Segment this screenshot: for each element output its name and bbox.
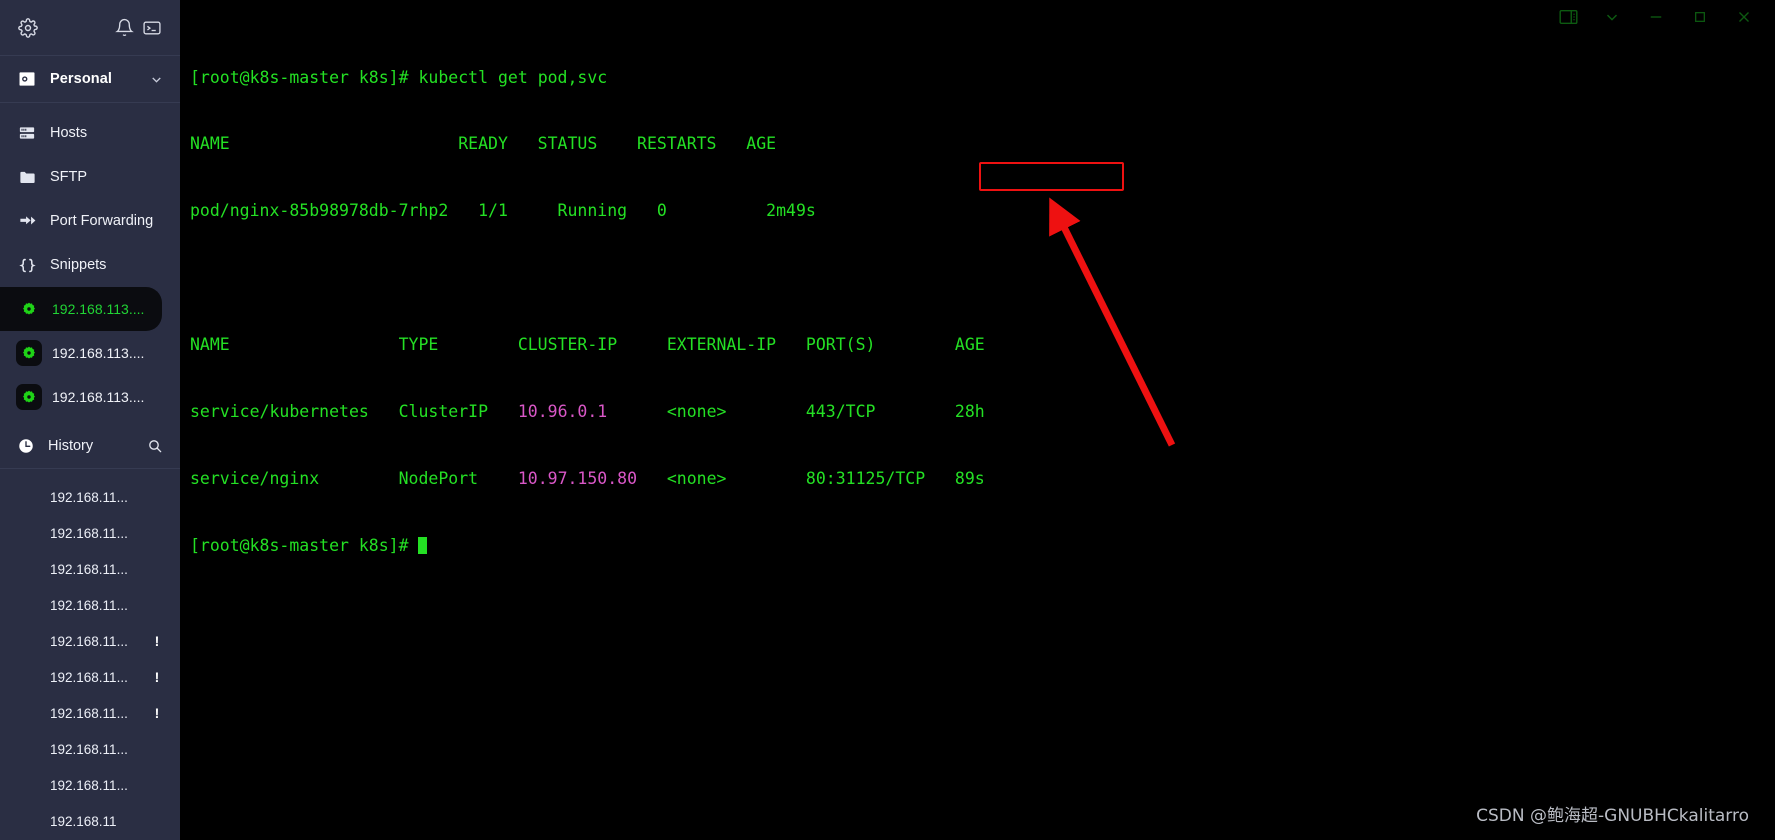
- gear-host-icon: [16, 384, 42, 410]
- history-item[interactable]: 192.168.11... !: [0, 659, 180, 695]
- terminal-line-svc-nginx: service/nginx NodePort 10.97.150.80 <non…: [190, 468, 985, 490]
- sidebar: Personal Hosts SFTP Port Forwarding Snip…: [0, 0, 180, 840]
- history-item-label: 192.168.11...: [50, 597, 128, 613]
- braces-icon: [16, 254, 38, 276]
- history-item-label: 192.168.11...: [50, 525, 128, 541]
- sidebar-item-label: SFTP: [50, 169, 88, 185]
- history-item[interactable]: 192.168.11...: [0, 731, 180, 767]
- folder-icon: [16, 166, 38, 188]
- sidebar-item-snippets[interactable]: Snippets: [0, 243, 180, 287]
- terminal-line-command: [root@k8s-master k8s]# kubectl get pod,s…: [190, 67, 985, 89]
- terminal-line-svc-header: NAME TYPE CLUSTER-IP EXTERNAL-IP PORT(S)…: [190, 335, 985, 355]
- warning-icon: !: [154, 669, 160, 685]
- watermark-text: CSDN @鲍海超-GNUBHCkalitarro: [1476, 806, 1749, 826]
- clock-icon: [16, 436, 36, 456]
- svc-rest: <none> 80:31125/TCP 89s: [637, 468, 985, 488]
- minimize-icon[interactable]: [1639, 3, 1673, 31]
- sidebar-host-label: 192.168.113....: [52, 345, 145, 361]
- prompt-text: [root@k8s-master k8s]#: [190, 67, 419, 87]
- sidebar-host-3[interactable]: 192.168.113....: [0, 375, 178, 419]
- chevron-down-icon[interactable]: [1595, 3, 1629, 31]
- sidebar-item-hosts[interactable]: Hosts: [0, 111, 180, 155]
- history-item[interactable]: 192.168.11... !: [0, 695, 180, 731]
- history-item-label: 192.168.11: [50, 813, 117, 829]
- terminal-output: [root@k8s-master k8s]# kubectl get pod,s…: [190, 22, 985, 602]
- sidebar-host-1[interactable]: 192.168.113....: [0, 287, 162, 331]
- history-item-label: 192.168.11...: [50, 777, 128, 793]
- history-item[interactable]: 192.168.11...: [0, 479, 180, 515]
- history-item-label: 192.168.11...: [50, 489, 128, 505]
- maximize-icon[interactable]: [1683, 3, 1717, 31]
- highlight-box: [979, 162, 1124, 191]
- search-icon[interactable]: [146, 437, 164, 455]
- warning-icon: !: [154, 633, 160, 649]
- warning-icon: !: [154, 705, 160, 721]
- terminal-line-pod-row: pod/nginx-85b98978db-7rhp2 1/1 Running 0…: [190, 201, 816, 221]
- history-item[interactable]: 192.168.11...: [0, 551, 180, 587]
- forward-icon: [16, 210, 38, 232]
- svc-cluster-ip: 10.96.0.1: [517, 402, 608, 422]
- terminal-icon[interactable]: [140, 16, 164, 40]
- prompt-text: [root@k8s-master k8s]#: [190, 535, 419, 555]
- history-item[interactable]: 192.168.11: [0, 803, 180, 839]
- terminal-pane[interactable]: [root@k8s-master k8s]# kubectl get pod,s…: [180, 0, 1775, 840]
- history-item-label: 192.168.11...: [50, 633, 128, 649]
- account-selector[interactable]: Personal: [0, 56, 180, 103]
- history-item-label: 192.168.11...: [50, 741, 128, 757]
- sidebar-item-label: Port Forwarding: [50, 213, 154, 229]
- history-item[interactable]: 192.168.11...: [0, 767, 180, 803]
- sidebar-toolbar: [0, 0, 180, 56]
- bell-icon[interactable]: [112, 16, 136, 40]
- sidebar-nav: Hosts SFTP Port Forwarding Snippets 192.…: [0, 103, 180, 419]
- gear-host-icon: [16, 296, 42, 322]
- history-item-label: 192.168.11...: [50, 705, 128, 721]
- sidebar-host-label: 192.168.113....: [52, 389, 145, 405]
- sidebar-item-label: Hosts: [50, 125, 88, 141]
- chevron-down-icon[interactable]: [148, 71, 164, 87]
- svc-rest: <none> 443/TCP 28h: [607, 402, 985, 422]
- close-icon[interactable]: [1727, 3, 1761, 31]
- app-window: Personal Hosts SFTP Port Forwarding Snip…: [0, 0, 1775, 840]
- hosts-icon: [16, 122, 38, 144]
- sidebar-item-label: Snippets: [50, 257, 107, 273]
- sidebar-host-2[interactable]: 192.168.113....: [0, 331, 178, 375]
- history-list: 192.168.11... 192.168.11... 192.168.11..…: [0, 469, 180, 839]
- gear-host-icon: [16, 340, 42, 366]
- command-text: kubectl get pod,svc: [418, 67, 608, 87]
- svc-name-type: service/kubernetes ClusterIP: [190, 402, 518, 422]
- history-label: History: [48, 437, 94, 454]
- sidebar-host-label: 192.168.113....: [52, 301, 145, 317]
- terminal-line-svc-kubernetes: service/kubernetes ClusterIP 10.96.0.1 <…: [190, 401, 985, 423]
- vault-icon: [16, 68, 38, 90]
- sidebar-item-sftp[interactable]: SFTP: [0, 155, 180, 199]
- gear-icon[interactable]: [16, 16, 40, 40]
- history-item-label: 192.168.11...: [50, 669, 128, 685]
- split-pane-icon[interactable]: [1551, 3, 1585, 31]
- terminal-line-pod-header: NAME READY STATUS RESTARTS AGE: [190, 134, 777, 154]
- history-section-header[interactable]: History: [0, 423, 180, 469]
- sidebar-item-port-forwarding[interactable]: Port Forwarding: [0, 199, 180, 243]
- svc-cluster-ip: 10.97.150.80: [517, 468, 638, 488]
- history-item-label: 192.168.11...: [50, 561, 128, 577]
- history-item[interactable]: 192.168.11...: [0, 587, 180, 623]
- account-label: Personal: [50, 71, 113, 87]
- history-item[interactable]: 192.168.11... !: [0, 623, 180, 659]
- svc-name-type: service/nginx NodePort: [190, 468, 518, 488]
- annotation-arrow: [1049, 197, 1176, 447]
- window-titlebar: [1541, 0, 1775, 34]
- terminal-cursor: [418, 536, 428, 554]
- terminal-line-final-prompt: [root@k8s-master k8s]#: [190, 535, 985, 557]
- history-item[interactable]: 192.168.11...: [0, 515, 180, 551]
